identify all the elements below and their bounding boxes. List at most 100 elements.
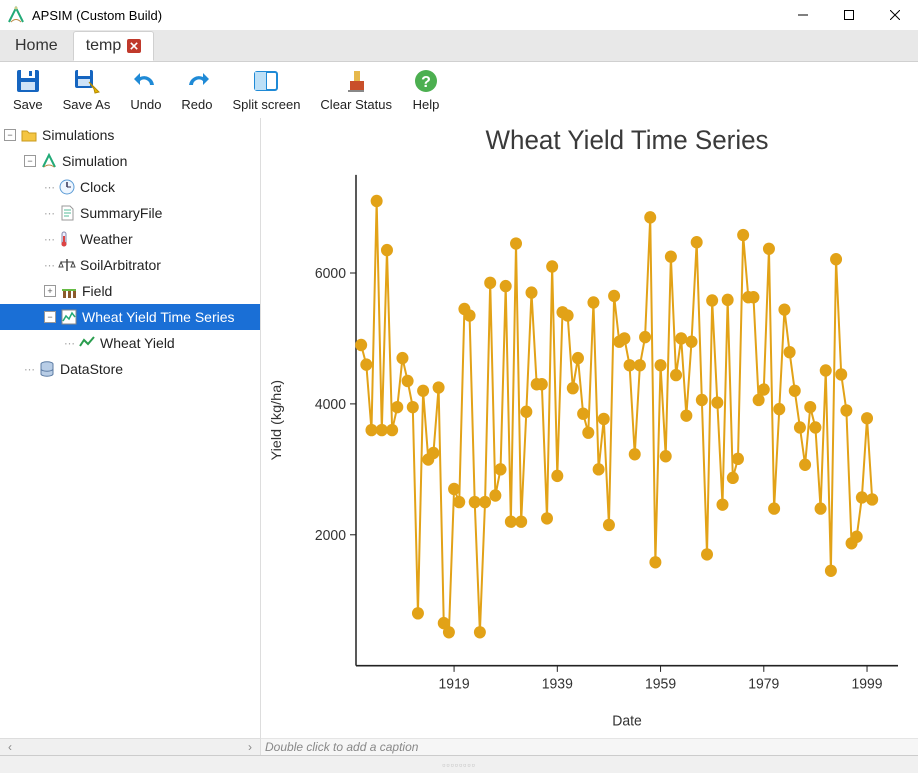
tree-label: DataStore [60,361,123,377]
tree-connector: ⋯ [44,259,56,272]
toolbar: Save Save As Undo Redo Split screen Clea… [0,62,918,118]
chart-icon [60,308,78,326]
tree-connector: ⋯ [44,181,56,194]
tree-node-yield[interactable]: ⋯ Wheat Yield [0,330,260,356]
tree-node-simulations[interactable]: − Simulations [0,122,260,148]
tree-node-datastore[interactable]: ⋯ DataStore [0,356,260,382]
saveas-icon [72,67,100,95]
expand-icon[interactable]: + [44,285,56,297]
tree-label: SoilArbitrator [80,257,161,273]
horizontal-scrollbar[interactable]: ‹ › [0,738,260,755]
tree-label: Weather [80,231,133,247]
chart-caption[interactable]: Double click to add a caption [261,738,918,755]
tree-label: Wheat Yield Time Series [82,309,235,325]
undo-button[interactable]: Undo [123,65,168,119]
database-icon [38,360,56,378]
maximize-button[interactable] [826,0,872,30]
undo-icon [132,67,160,95]
app-icon [6,5,26,25]
tree-node-summary[interactable]: ⋯ SummaryFile [0,200,260,226]
tab-file[interactable]: temp [73,31,155,61]
svg-text:1959: 1959 [645,676,676,692]
help-button[interactable]: ? Help [405,65,447,119]
tree-connector: ⋯ [64,337,76,350]
tree-label: Field [82,283,112,299]
save-label: Save [13,97,43,112]
redo-button[interactable]: Redo [174,65,219,119]
split-label: Split screen [233,97,301,112]
close-button[interactable] [872,0,918,30]
sim-icon [40,152,58,170]
svg-text:Wheat Yield Time Series: Wheat Yield Time Series [485,125,768,155]
save-button[interactable]: Save [6,65,50,119]
tab-home-label: Home [15,37,58,55]
svg-text:Date: Date [612,713,642,729]
tree-label: Simulations [42,127,114,143]
saveas-label: Save As [63,97,111,112]
tree-label: SummaryFile [80,205,162,221]
file-icon [58,204,76,222]
help-label: Help [413,97,440,112]
tree-node-series[interactable]: − Wheat Yield Time Series [0,304,260,330]
tree-node-weather[interactable]: ⋯ Weather [0,226,260,252]
field-icon [60,282,78,300]
help-icon: ? [412,67,440,95]
folder-icon [20,126,38,144]
undo-label: Undo [130,97,161,112]
tree-connector: ⋯ [44,207,56,220]
tree-node-soil[interactable]: ⋯ SoilArbitrator [0,252,260,278]
save-icon [14,67,42,95]
redo-icon [183,67,211,95]
tree-label: Wheat Yield [100,335,175,351]
window-controls [780,0,918,30]
tab-home[interactable]: Home [0,31,73,61]
collapse-icon[interactable]: − [44,311,56,323]
svg-text:2000: 2000 [315,528,346,544]
svg-text:1979: 1979 [748,676,779,692]
svg-text:1939: 1939 [542,676,573,692]
workspace: − Simulations − Simulation ⋯ Clock ⋯ Sum… [0,118,918,755]
tree-node-clock[interactable]: ⋯ Clock [0,174,260,200]
titlebar: APSIM (Custom Build) [0,0,918,30]
window-title: APSIM (Custom Build) [32,8,780,23]
svg-text:Yield (kg/ha): Yield (kg/ha) [269,380,285,461]
svg-text:1999: 1999 [851,676,882,692]
clear-label: Clear Status [320,97,392,112]
collapse-icon[interactable]: − [4,129,16,141]
caption-placeholder: Double click to add a caption [265,740,418,754]
chart-panel: Wheat Yield Time Series 2000 4000 6000 1919 1… [261,118,918,755]
tree-label: Simulation [62,153,127,169]
tree-connector: ⋯ [44,233,56,246]
svg-text:1919: 1919 [439,676,470,692]
scroll-right-icon[interactable]: › [243,740,257,754]
tree-label: Clock [80,179,115,195]
scroll-left-icon[interactable]: ‹ [3,740,17,754]
tree-node-field[interactable]: + Field [0,278,260,304]
tree-view[interactable]: − Simulations − Simulation ⋯ Clock ⋯ Sum… [0,118,260,738]
minimize-button[interactable] [780,0,826,30]
clear-icon [342,67,370,95]
split-icon [252,67,280,95]
splitscreen-button[interactable]: Split screen [226,65,308,119]
redo-label: Redo [181,97,212,112]
svg-text:4000: 4000 [315,397,346,413]
side-panel: − Simulations − Simulation ⋯ Clock ⋯ Sum… [0,118,261,755]
tabbar: Home temp [0,30,918,62]
collapse-icon[interactable]: − [24,155,36,167]
svg-text:6000: 6000 [315,266,346,282]
chart-area[interactable]: Wheat Yield Time Series 2000 4000 6000 1919 1… [261,118,918,738]
saveas-button[interactable]: Save As [56,65,118,119]
clock-icon [58,178,76,196]
tree-connector: ⋯ [24,363,36,376]
weather-icon [58,230,76,248]
chart-svg: Wheat Yield Time Series 2000 4000 6000 1919 1… [261,118,918,738]
tab-file-label: temp [86,37,122,55]
balance-icon [58,256,76,274]
resize-grip-icon[interactable]: ▫▫▫▫▫▫▫▫ [442,760,476,770]
svg-text:?: ? [421,74,431,91]
statusbar: ▫▫▫▫▫▫▫▫ [0,755,918,773]
clearstatus-button[interactable]: Clear Status [313,65,399,119]
line-icon [78,334,96,352]
tree-node-simulation[interactable]: − Simulation [0,148,260,174]
close-icon[interactable] [127,39,141,53]
